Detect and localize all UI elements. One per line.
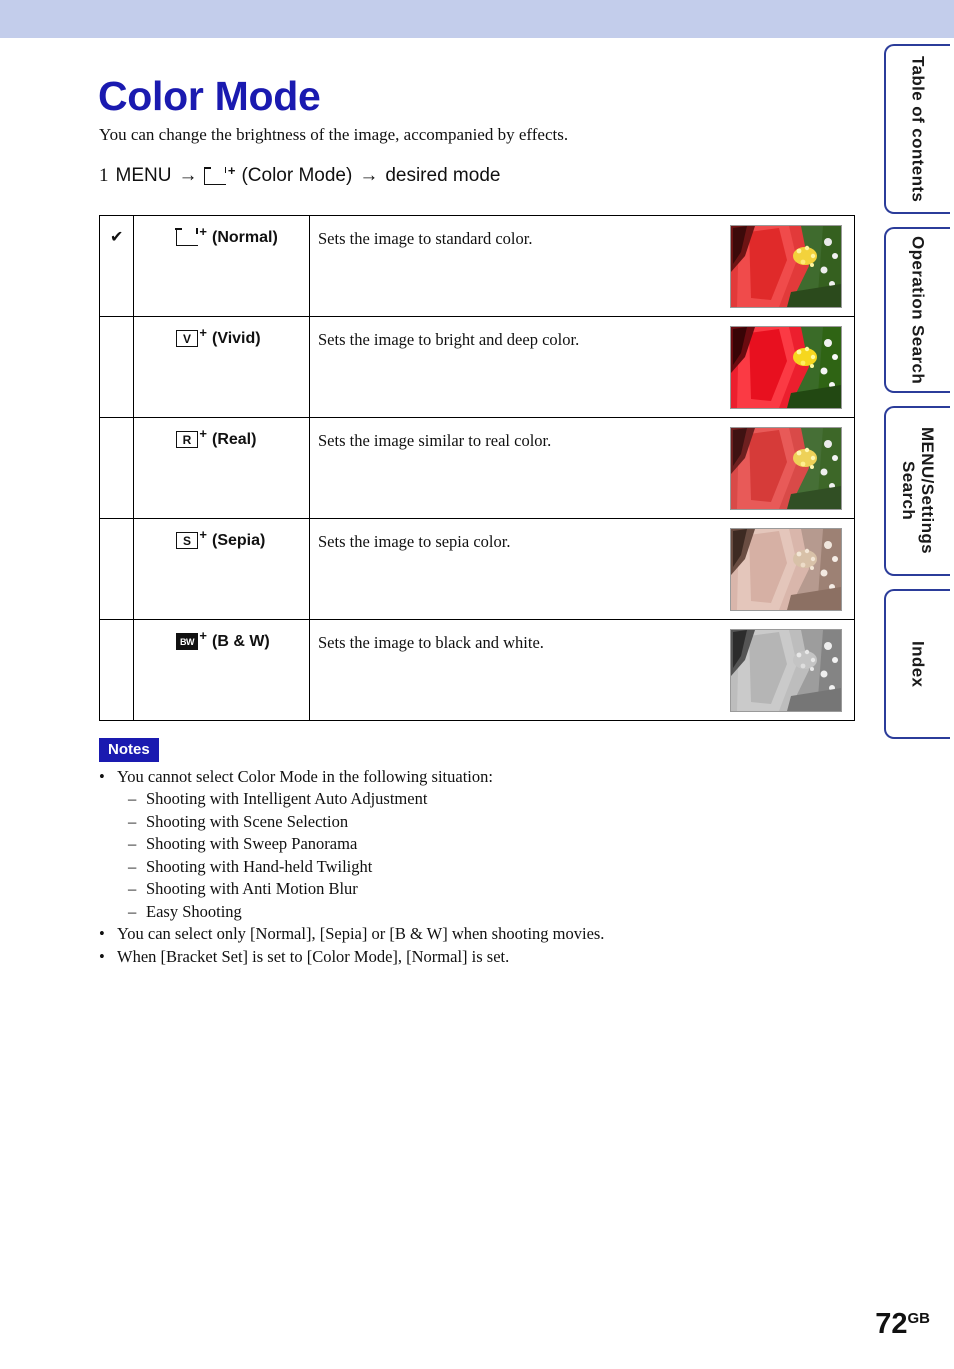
selected-check-icon	[100, 317, 133, 328]
procedure-step: 1 MENU → + (Color Mode) → desired mode	[99, 164, 501, 187]
dash-icon: –	[128, 879, 137, 899]
thumbnail-sepia	[730, 528, 842, 611]
mode-name-label: (Normal)	[212, 228, 278, 246]
bw-icon: BW +	[176, 629, 207, 652]
page-number-suffix: GB	[907, 1310, 931, 1327]
note-sub-text: Easy Shooting	[146, 901, 242, 921]
row-name-cell: BW + (B & W)	[133, 619, 310, 721]
note-sub-text: Shooting with Hand-held Twilight	[146, 856, 373, 876]
note-sub-text: Shooting with Sweep Panorama	[146, 834, 358, 854]
row-name-cell: V + (Vivid)	[133, 316, 310, 418]
row-desc-cell: Sets the image to sepia color.	[309, 518, 855, 620]
desired-mode-label: desired mode	[385, 165, 501, 186]
note-sub-item: – Easy Shooting	[99, 901, 799, 923]
side-tab-label: Operation Search	[908, 235, 928, 385]
mode-name-label: (Sepia)	[212, 531, 266, 549]
table-row: ✔ + (Normal) Sets the image to standard …	[99, 215, 855, 317]
note-sub-text: Shooting with Intelligent Auto Adjustmen…	[146, 789, 428, 809]
note-sub-item: – Shooting with Sweep Panorama	[99, 833, 799, 855]
side-tab-index[interactable]: Index	[884, 589, 950, 739]
side-tab-table-of-contents[interactable]: Table of contents	[884, 44, 950, 214]
dash-icon: –	[128, 789, 137, 809]
note-sub-item: – Shooting with Hand-held Twilight	[99, 856, 799, 878]
selected-check-icon	[100, 418, 133, 429]
note-text: You can select only [Normal], [Sepia] or…	[117, 924, 605, 944]
arrow-right-icon: →	[178, 165, 198, 186]
selected-check-icon: ✔	[110, 229, 124, 246]
table-row: V + (Vivid) Sets the image to bright and …	[99, 316, 855, 418]
mode-name-label: (Real)	[212, 430, 257, 448]
selected-check-icon	[100, 519, 133, 530]
note-sub-item: – Shooting with Anti Motion Blur	[99, 878, 799, 900]
row-name-cell: S + (Sepia)	[133, 518, 310, 620]
row-desc-cell: Sets the image to black and white.	[309, 619, 855, 721]
dash-icon: –	[128, 834, 137, 854]
side-tab-label: Table of contents	[908, 55, 928, 203]
note-text: You cannot select Color Mode in the foll…	[117, 767, 493, 786]
table-row: S + (Sepia) Sets the image to sepia color…	[99, 518, 855, 620]
row-desc-cell: Sets the image to bright and deep color.	[309, 316, 855, 418]
selected-check-icon	[100, 620, 133, 631]
normal-icon: +	[175, 225, 207, 248]
step-number: 1	[99, 165, 109, 186]
mode-name-label: (B & W)	[212, 632, 270, 650]
mode-name-label: (Vivid)	[212, 329, 261, 347]
sepia-icon: S +	[176, 528, 207, 551]
row-check-cell	[99, 619, 134, 721]
arrow-right-icon-2: →	[359, 165, 379, 186]
intro-paragraph: You can change the brightness of the ima…	[99, 125, 569, 144]
mode-name: S + (Sepia)	[134, 519, 309, 551]
color-mode-table: ✔ + (Normal) Sets the image to standard …	[99, 215, 855, 721]
note-sub-text: Shooting with Anti Motion Blur	[146, 879, 358, 899]
notes-list: • You cannot select Color Mode in the fo…	[99, 766, 799, 968]
dash-icon: –	[128, 811, 137, 831]
bullet-dot-icon: •	[99, 767, 105, 786]
mode-name: + (Normal)	[134, 216, 309, 248]
row-desc-cell: Sets the image similar to real color.	[309, 417, 855, 519]
row-check-cell	[99, 316, 134, 418]
note-text: When [Bracket Set] is set to [Color Mode…	[117, 946, 510, 966]
bullet-dot-icon: •	[99, 946, 105, 966]
table-row: R + (Real) Sets the image similar to real…	[99, 417, 855, 519]
dash-icon: –	[128, 901, 137, 921]
side-tab-operation-search[interactable]: Operation Search	[884, 227, 950, 393]
side-tab-label: Index	[908, 640, 928, 688]
page-content: Color Mode You can change the brightness…	[0, 38, 880, 1369]
note-item: • You can select only [Normal], [Sepia] …	[99, 923, 799, 945]
side-tab-strip: Table of contents Operation Search MENU/…	[884, 44, 954, 752]
side-tab-label: MENU/Settings Search	[899, 427, 938, 555]
row-check-cell: ✔	[99, 215, 134, 317]
color-mode-caption: (Color Mode)	[241, 165, 353, 186]
thumbnail-black-and-white	[730, 629, 842, 712]
side-tab-menu-settings-search[interactable]: MENU/Settings Search	[884, 406, 950, 576]
menu-label: MENU	[115, 165, 172, 186]
note-item: • When [Bracket Set] is set to [Color Mo…	[99, 946, 799, 968]
row-desc-cell: Sets the image to standard color.	[309, 215, 855, 317]
mode-name: BW + (B & W)	[134, 620, 309, 652]
note-sub-text: Shooting with Scene Selection	[146, 811, 349, 831]
mode-name: V + (Vivid)	[134, 317, 309, 349]
note-item: • You cannot select Color Mode in the fo…	[99, 766, 799, 788]
bullet-dot-icon: •	[99, 924, 105, 944]
row-check-cell	[99, 417, 134, 519]
row-check-cell	[99, 518, 134, 620]
mode-name: R + (Real)	[134, 418, 309, 450]
notes-badge: Notes	[99, 738, 159, 762]
row-name-cell: + (Normal)	[133, 215, 310, 317]
note-sub-item: – Shooting with Intelligent Auto Adjustm…	[99, 788, 799, 810]
note-sub-item: – Shooting with Scene Selection	[99, 811, 799, 833]
top-color-band	[0, 0, 954, 38]
dash-icon: –	[128, 856, 137, 876]
vivid-icon: V +	[176, 326, 207, 349]
thumbnail-vivid	[730, 326, 842, 409]
row-name-cell: R + (Real)	[133, 417, 310, 519]
thumbnail-real	[730, 427, 842, 510]
page-number-value: 72	[875, 1308, 908, 1340]
thumbnail-normal	[730, 225, 842, 308]
page-number: 72GB	[875, 1308, 930, 1341]
table-row: BW + (B & W) Sets the image to black and …	[99, 619, 855, 721]
real-icon: R +	[176, 427, 207, 450]
page-title: Color Mode	[98, 73, 321, 120]
color-mode-icon: +	[203, 164, 235, 187]
